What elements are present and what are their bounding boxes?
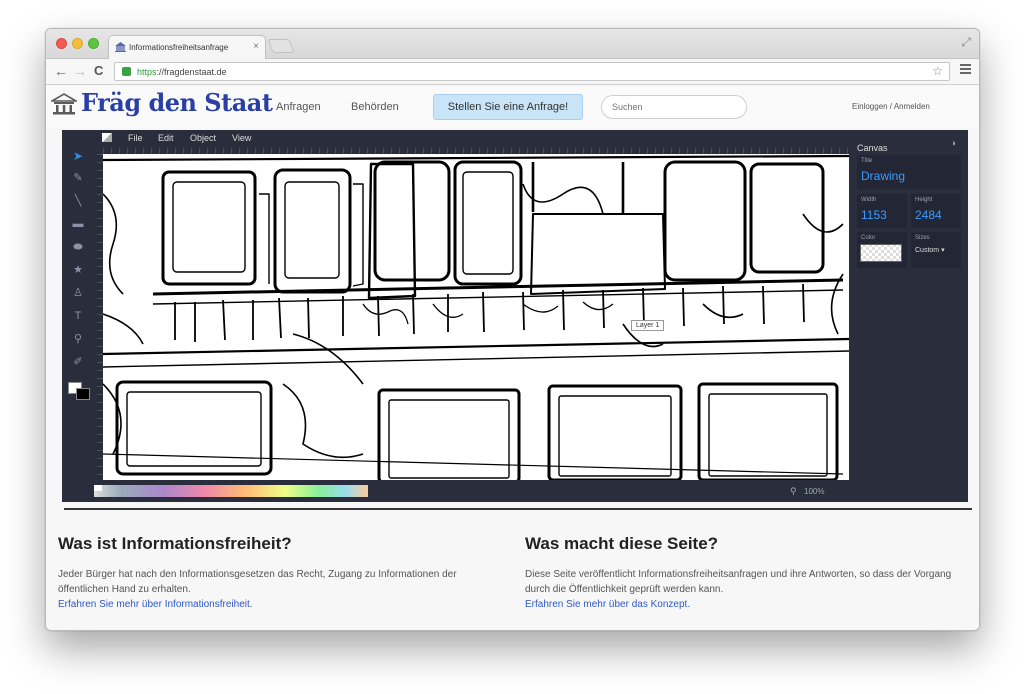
browser-window: Informationsfreiheitsanfrage × ⤢ ← → C h… bbox=[45, 28, 980, 631]
browser-toolbar: ← → C https://fragdenstaat.de ☆ bbox=[46, 59, 979, 85]
stroke-color-swatch[interactable] bbox=[76, 388, 90, 400]
color-swatches bbox=[68, 382, 90, 402]
text-tool-icon[interactable]: T bbox=[70, 308, 86, 324]
chevron-down-icon: ▾ bbox=[941, 247, 945, 254]
info-heading: Was macht diese Seite? bbox=[525, 534, 719, 553]
zoom-level[interactable]: 100% bbox=[804, 487, 824, 496]
field-label: Color bbox=[861, 235, 876, 241]
star-tool-icon[interactable]: ★ bbox=[70, 262, 86, 278]
properties-panel: Canvas ◑ Title Drawing Width 1153 Height… bbox=[857, 138, 968, 502]
select-tool-icon[interactable]: ➤ bbox=[70, 148, 86, 164]
fullscreen-icon[interactable]: ⤢ bbox=[961, 35, 971, 50]
info-text: Jeder Bürger hat nach den Informationsge… bbox=[58, 569, 457, 595]
info-column-right: Was macht diese Seite? Diese Seite veröf… bbox=[525, 534, 955, 612]
close-window-button[interactable] bbox=[56, 38, 67, 49]
canvas-width-value[interactable]: 1153 bbox=[861, 208, 887, 222]
building-icon bbox=[115, 42, 126, 52]
menu-view[interactable]: View bbox=[232, 133, 251, 143]
layer-tooltip: Layer 1 bbox=[631, 320, 665, 331]
field-label: Sizes bbox=[915, 235, 930, 241]
field-label: Title bbox=[861, 158, 873, 164]
canvas-sizes-field[interactable]: Sizes Custom ▾ bbox=[911, 232, 961, 268]
no-color-swatch[interactable] bbox=[94, 485, 102, 491]
pencil-tool-icon[interactable]: ✎ bbox=[70, 170, 86, 186]
login-link[interactable]: Einloggen / Anmelden bbox=[852, 102, 930, 111]
zoom-icon[interactable]: ⚲ bbox=[790, 486, 797, 497]
tab-strip: Informationsfreiheitsanfrage × ⤢ bbox=[46, 29, 979, 59]
zoom-window-button[interactable] bbox=[88, 38, 99, 49]
canvas-drawing bbox=[103, 154, 849, 480]
info-heading: Was ist Informationsfreiheit? bbox=[58, 534, 292, 553]
make-request-button[interactable]: Stellen Sie eine Anfrage! bbox=[433, 94, 583, 120]
canvas-color-chip[interactable] bbox=[860, 244, 902, 262]
browser-tab[interactable]: Informationsfreiheitsanfrage × bbox=[108, 35, 266, 59]
panel-toggle-icon[interactable]: ◑ bbox=[951, 138, 956, 148]
color-palette[interactable] bbox=[94, 485, 368, 497]
search-input[interactable] bbox=[601, 95, 747, 119]
site-header: Fräg den Staat Anfragen Behörden Stellen… bbox=[46, 86, 979, 128]
drawing-canvas[interactable]: Layer 1 bbox=[103, 154, 849, 480]
field-label: Height bbox=[915, 197, 933, 203]
address-bar[interactable]: https://fragdenstaat.de ☆ bbox=[114, 62, 950, 81]
zoom-tool-icon[interactable]: ⚲ bbox=[70, 331, 86, 347]
menu-file[interactable]: File bbox=[128, 133, 143, 143]
building-icon[interactable] bbox=[51, 93, 77, 115]
sizes-value: Custom bbox=[915, 247, 940, 254]
concept-link[interactable]: Erfahren Sie mehr über das Konzept. bbox=[525, 597, 955, 612]
canvas-width-field[interactable]: Width 1153 bbox=[857, 194, 907, 228]
tab-title: Informationsfreiheitsanfrage bbox=[129, 43, 229, 52]
learn-more-link[interactable]: Erfahren Sie mehr über Informationsfreih… bbox=[58, 597, 488, 612]
pen-tool-icon[interactable]: ♙ bbox=[70, 285, 86, 301]
editor-bottom-bar: ⚲ 100% bbox=[94, 482, 854, 502]
rectangle-tool-icon[interactable]: ▬ bbox=[70, 216, 86, 232]
canvas-title-value[interactable]: Drawing bbox=[861, 169, 905, 183]
browser-menu-icon[interactable] bbox=[960, 64, 971, 74]
reload-button[interactable]: C bbox=[94, 63, 103, 79]
back-button[interactable]: ← bbox=[54, 63, 68, 79]
new-tab-button[interactable] bbox=[267, 39, 295, 53]
canvas-height-field[interactable]: Height 2484 bbox=[911, 194, 961, 228]
info-text: Diese Seite veröffentlicht Informationsf… bbox=[525, 569, 952, 595]
canvas-color-field[interactable]: Color bbox=[857, 232, 907, 268]
url-scheme: https bbox=[137, 67, 157, 77]
sizes-select[interactable]: Custom ▾ bbox=[915, 246, 945, 254]
site-logo[interactable]: Fräg den Staat bbox=[81, 88, 273, 117]
eyedropper-tool-icon[interactable]: ✐ bbox=[70, 354, 86, 370]
nav-anfragen[interactable]: Anfragen bbox=[276, 101, 321, 113]
menu-object[interactable]: Object bbox=[190, 133, 216, 143]
bookmark-star-icon[interactable]: ☆ bbox=[932, 64, 943, 78]
info-column-left: Was ist Informationsfreiheit? Jeder Bürg… bbox=[58, 534, 488, 612]
line-tool-icon[interactable]: ╲ bbox=[70, 193, 86, 209]
panel-title: Canvas bbox=[857, 143, 888, 153]
canvas-height-value[interactable]: 2484 bbox=[915, 208, 942, 222]
url-host: ://fragdenstaat.de bbox=[156, 67, 227, 77]
tool-palette: ➤ ✎ ╲ ▬ ⬬ ★ ♙ T ⚲ ✐ bbox=[62, 148, 94, 502]
lock-icon bbox=[122, 67, 131, 76]
editor-logo-icon[interactable] bbox=[102, 133, 112, 142]
close-tab-icon[interactable]: × bbox=[253, 41, 259, 52]
svg-editor: File Edit Object View ➤ ✎ ╲ ▬ ⬬ ★ ♙ T ⚲ … bbox=[62, 130, 968, 502]
info-section: Was ist Informationsfreiheit? Jeder Bürg… bbox=[46, 510, 979, 630]
canvas-title-field[interactable]: Title Drawing bbox=[857, 155, 961, 189]
ellipse-tool-icon[interactable]: ⬬ bbox=[70, 239, 86, 255]
forward-button[interactable]: → bbox=[73, 63, 87, 79]
field-label: Width bbox=[861, 197, 877, 203]
nav-behoerden[interactable]: Behörden bbox=[351, 101, 399, 113]
menu-edit[interactable]: Edit bbox=[158, 133, 174, 143]
minimize-window-button[interactable] bbox=[72, 38, 83, 49]
